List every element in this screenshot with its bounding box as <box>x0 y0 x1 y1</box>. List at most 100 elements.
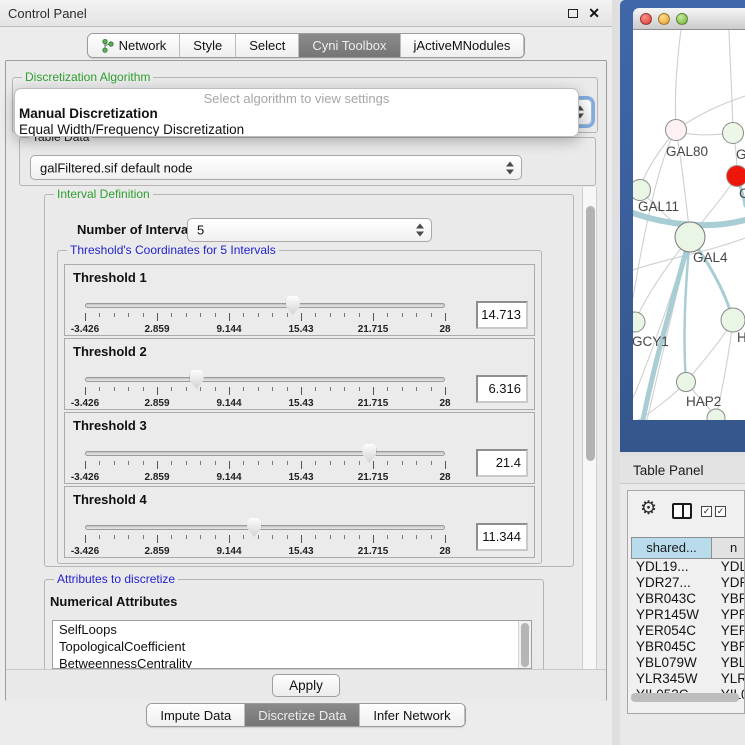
threshold-value-field[interactable]: 11.344 <box>476 523 528 551</box>
node-h[interactable] <box>721 308 745 332</box>
split-columns-icon[interactable] <box>672 503 692 519</box>
threshold-row: Threshold 2 -3.4262.8599.14415.4321.7152… <box>64 338 535 410</box>
network-canvas[interactable]: GAL80 GA C GAL11 GAL4 GCY1 H HAP2 <box>633 30 745 420</box>
cell-shared-name: YDL19... <box>631 559 711 575</box>
table-row[interactable]: YBR045C YBR0 <box>631 639 745 655</box>
checkbox-icon-1[interactable]: ✓ <box>701 506 712 517</box>
threshold-slider[interactable]: -3.4262.8599.14415.4321.71528 <box>85 515 445 557</box>
tab-button[interactable]: jActiveMNodules <box>401 34 525 57</box>
top-tabs-segmented: Network Style Select Cyni Toolbo <box>87 33 526 58</box>
slider-ticks <box>85 535 445 544</box>
attributes-list-scrollbar[interactable] <box>518 621 531 668</box>
slider-track[interactable] <box>85 451 445 456</box>
table-row[interactable]: YDL19... YDL1 <box>631 559 745 575</box>
float-window-icon[interactable] <box>568 9 578 18</box>
apply-button[interactable]: Apply <box>272 674 340 697</box>
dropdown-option[interactable]: Manual Discretization <box>15 106 578 122</box>
slider-track[interactable] <box>85 303 445 308</box>
tab-button[interactable]: Style <box>180 34 236 57</box>
table-row[interactable]: YLR345W YLR3 <box>631 671 745 687</box>
node-gcy1[interactable] <box>633 312 645 332</box>
combo-value: 5 <box>197 223 204 238</box>
threshold-slider[interactable]: -3.4262.8599.14415.4321.71528 <box>85 367 445 409</box>
group-title: Threshold's Coordinates for 5 Intervals <box>67 243 279 257</box>
tab-button[interactable]: Impute Data <box>147 704 245 726</box>
numerical-attributes-list[interactable]: SelfLoops TopologicalCoefficient Between… <box>52 620 532 669</box>
label-gal80: GAL80 <box>666 144 708 159</box>
cell-shared-name: YBL079W <box>631 655 711 671</box>
tab-label: Select <box>249 38 285 53</box>
network-nodes[interactable] <box>633 120 745 421</box>
threshold-slider[interactable]: -3.4262.8599.14415.4321.71528 <box>85 441 445 483</box>
table-row[interactable]: YER054C YER0 <box>631 623 745 639</box>
threshold-value-field[interactable]: 21.4 <box>476 449 528 477</box>
node-top-right[interactable] <box>723 123 744 144</box>
group-title: Discretization Algorithm <box>22 70 153 84</box>
table-panel: Table Panel ⚙ ✓ ✓ shared... n YDL19... Y… <box>620 456 745 745</box>
node-gal4[interactable] <box>675 222 705 252</box>
table-data-combobox[interactable]: galFiltered.sif default node <box>30 155 522 180</box>
group-title: Attributes to discretize <box>54 572 178 586</box>
gear-icon[interactable]: ⚙ <box>640 497 657 520</box>
cyni-toolbox-content: Discretization Algorithm Select algorith… <box>5 60 607 701</box>
table-horizontal-scrollbar[interactable] <box>631 693 739 702</box>
node-bottom[interactable] <box>707 409 725 420</box>
bottom-tab-bar: Impute Data Discretize Data Infer Networ… <box>0 703 612 733</box>
slider-track[interactable] <box>85 525 445 530</box>
tab-button[interactable]: Infer Network <box>360 704 464 726</box>
scrollbar-thumb[interactable] <box>521 623 529 667</box>
table-panel-title: Table Panel <box>633 463 704 478</box>
zoom-traffic-light[interactable] <box>676 13 688 25</box>
main-vertical-scrollbar[interactable] <box>582 187 597 669</box>
threshold-slider[interactable]: -3.4262.8599.14415.4321.71528 <box>85 293 445 335</box>
table-header-row: shared... n <box>631 537 745 559</box>
algorithm-dropdown-popup: Select algorithm to view settings Manual… <box>14 88 579 137</box>
scrollbar-thumb[interactable] <box>586 206 595 461</box>
column-header-name[interactable]: n <box>712 537 745 559</box>
label-gal11: GAL11 <box>638 199 679 214</box>
threshold-value-field[interactable]: 6.316 <box>476 375 528 403</box>
threshold-label: Threshold 2 <box>73 344 147 359</box>
apply-button-row: Apply <box>6 669 606 701</box>
attribute-list-item[interactable]: BetweennessCentrality <box>53 655 531 669</box>
cell-shared-name: YLR345W <box>631 671 711 687</box>
combo-stepper-icon[interactable] <box>416 224 425 237</box>
close-traffic-light[interactable] <box>640 13 652 25</box>
tab-button[interactable]: Cyni Toolbox <box>299 34 400 57</box>
tab-button[interactable]: Network <box>88 34 181 57</box>
slider-tick-labels: -3.4262.8599.14415.4321.71528 <box>85 546 445 558</box>
tab-button[interactable]: Select <box>236 34 299 57</box>
network-window-titlebar[interactable] <box>633 8 745 30</box>
table-data-group: Table Data galFiltered.sif default node <box>19 137 596 186</box>
minimize-traffic-light[interactable] <box>658 13 670 25</box>
slider-track[interactable] <box>85 377 445 382</box>
close-icon[interactable]: ✕ <box>588 5 600 22</box>
slider-tick-labels: -3.4262.8599.14415.4321.71528 <box>85 472 445 484</box>
table-row[interactable]: YDR27... YDR2 <box>631 575 745 591</box>
number-of-intervals-label: Number of Intervals <box>77 222 199 237</box>
cell-name: YER0 <box>715 623 745 639</box>
label-gal4: GAL4 <box>693 250 728 265</box>
cell-shared-name: YBR043C <box>631 591 711 607</box>
checkbox-icon-2[interactable]: ✓ <box>715 506 726 517</box>
attribute-list-item[interactable]: SelfLoops <box>53 621 531 638</box>
node-red-selected[interactable] <box>727 166 745 187</box>
threshold-value-field[interactable]: 14.713 <box>476 301 528 329</box>
combo-value: galFiltered.sif default node <box>40 160 192 175</box>
node-gal11[interactable] <box>633 180 651 201</box>
table-row[interactable]: YPR145W YPR1 <box>631 607 745 623</box>
label-gcy1: GCY1 <box>633 334 669 349</box>
tab-button[interactable]: Discretize Data <box>245 704 360 726</box>
attribute-list-item[interactable]: TopologicalCoefficient <box>53 638 531 655</box>
column-header-shared-name[interactable]: shared... <box>631 537 712 559</box>
number-of-intervals-combobox[interactable]: 5 <box>187 218 432 242</box>
cell-name: YPR1 <box>715 607 745 623</box>
node-gal80[interactable] <box>666 120 687 141</box>
table-row[interactable]: YBR043C YBR0 <box>631 591 745 607</box>
tab-label: Infer Network <box>373 708 450 723</box>
combo-stepper-icon[interactable] <box>506 161 515 174</box>
network-view-window: GAL80 GA C GAL11 GAL4 GCY1 H HAP2 <box>620 0 745 452</box>
table-row[interactable]: YBL079W YBL0 <box>631 655 745 671</box>
dropdown-option[interactable]: Equal Width/Frequency Discretization <box>15 122 578 137</box>
node-hap2[interactable] <box>677 373 696 392</box>
